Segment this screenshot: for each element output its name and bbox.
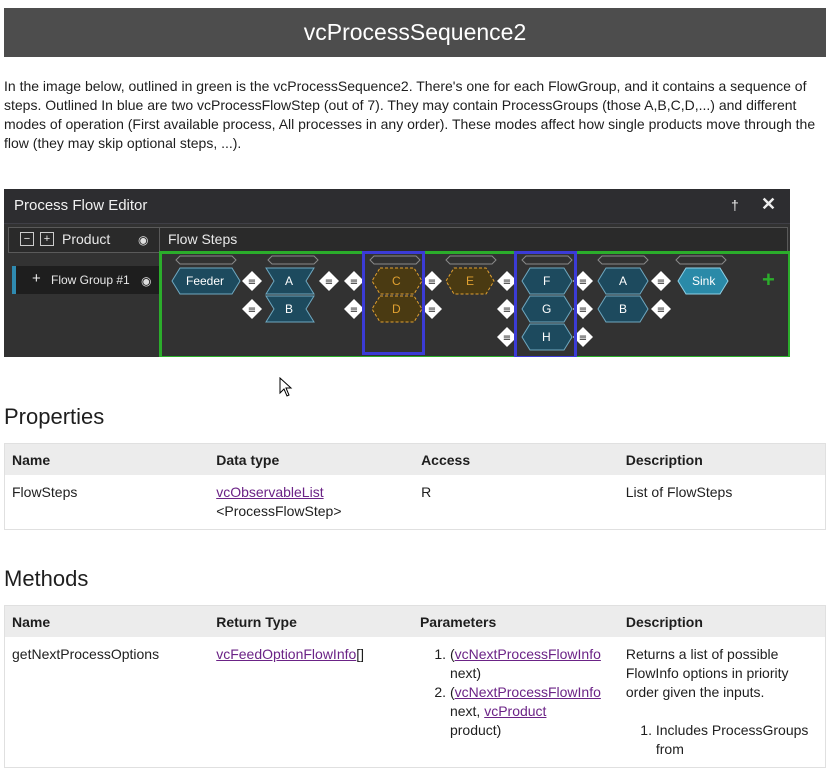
vcnextprocessflowinfo-link[interactable]: vcNextProcessFlowInfo xyxy=(455,646,601,662)
methods-header-row: Name Return Type Parameters Description xyxy=(4,605,826,637)
properties-header-row: Name Data type Access Description xyxy=(4,443,826,475)
page-title-text: vcProcessSequence2 xyxy=(303,19,527,45)
flow-step-outline-1 xyxy=(362,251,425,355)
method-description-text: Returns a list of possible FlowInfo opti… xyxy=(625,646,789,700)
parameter-list: (vcNextProcessFlowInfonext) (vcNextProce… xyxy=(420,645,612,740)
list-item: (vcNextProcessFlowInfonext, vcProductpro… xyxy=(450,683,612,740)
property-access: R xyxy=(414,475,619,530)
mouse-cursor-icon xyxy=(279,377,293,397)
table-row: getNextProcessOptions vcFeedOptionFlowIn… xyxy=(4,637,826,768)
vcobservablelist-link[interactable]: vcObservableList xyxy=(216,484,323,500)
property-name: FlowSteps xyxy=(4,475,210,530)
process-flow-editor-image: Process Flow Editor † ✕ − + Product ◉ Fl… xyxy=(4,189,790,357)
vcfeedoptionflowinfo-link[interactable]: vcFeedOptionFlowInfo xyxy=(216,646,356,662)
process-sequence-outline xyxy=(159,251,790,357)
col-header-name: Name xyxy=(4,605,210,637)
properties-heading: Properties xyxy=(4,404,105,429)
page-title: vcProcessSequence2 xyxy=(4,8,826,57)
list-item: Includes ProcessGroups from xyxy=(656,721,818,759)
param-name: next, xyxy=(449,703,485,719)
col-header-description: Description xyxy=(618,605,826,637)
description-list: Includes ProcessGroups from xyxy=(626,721,818,759)
list-item: (vcNextProcessFlowInfonext) xyxy=(450,645,612,683)
vcproduct-link[interactable]: vcProduct xyxy=(484,703,546,719)
param-name: next) xyxy=(449,665,482,681)
property-type-generic: <ProcessFlowStep> xyxy=(216,503,342,519)
col-header-data-type: Data type xyxy=(209,443,415,475)
col-header-access: Access xyxy=(414,443,619,475)
col-header-description: Description xyxy=(618,443,826,475)
methods-heading: Methods xyxy=(4,566,89,591)
col-header-name: Name xyxy=(4,443,210,475)
return-array-suffix: [] xyxy=(356,646,365,662)
param-name: product) xyxy=(449,722,502,738)
flow-step-outline-2 xyxy=(514,251,577,357)
property-type: vcObservableList <ProcessFlowStep> xyxy=(209,475,415,530)
vcnextprocessflowinfo-link[interactable]: vcNextProcessFlowInfo xyxy=(455,684,601,700)
col-header-parameters: Parameters xyxy=(412,605,619,637)
methods-table: Name Return Type Parameters Description … xyxy=(4,605,826,768)
method-parameters: (vcNextProcessFlowInfonext) (vcNextProce… xyxy=(412,637,619,768)
intro-paragraph: In the image below, outlined in green is… xyxy=(4,78,816,151)
table-row: FlowSteps vcObservableList <ProcessFlowS… xyxy=(4,475,826,530)
col-header-return-type: Return Type xyxy=(209,605,413,637)
property-description: List of FlowSteps xyxy=(618,475,826,530)
method-return-type: vcFeedOptionFlowInfo[] xyxy=(209,637,413,768)
method-name: getNextProcessOptions xyxy=(4,637,210,768)
properties-table: Name Data type Access Description FlowSt… xyxy=(4,443,826,530)
method-description: Returns a list of possible FlowInfo opti… xyxy=(618,637,826,768)
